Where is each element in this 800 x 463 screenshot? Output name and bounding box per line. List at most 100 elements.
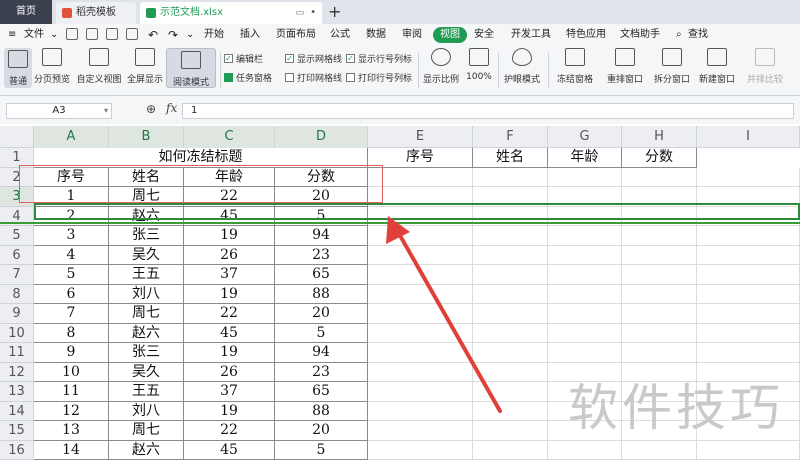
empty-cell[interactable] <box>697 245 800 265</box>
column-header-c[interactable]: C <box>184 126 275 148</box>
chevron-down-icon[interactable]: ⌄ <box>50 24 58 46</box>
table-cell[interactable]: 94 <box>275 343 368 363</box>
header-cell[interactable]: 分数 <box>622 148 697 168</box>
column-header-d[interactable]: D <box>275 126 368 148</box>
search-icon[interactable]: ⌕ <box>676 24 682 46</box>
empty-cell[interactable] <box>622 284 697 304</box>
table-cell[interactable]: 赵六 <box>109 440 184 460</box>
column-header-b[interactable]: B <box>109 126 184 148</box>
empty-cell[interactable] <box>697 167 800 187</box>
table-cell[interactable]: 7 <box>34 304 109 324</box>
empty-cell[interactable] <box>473 245 548 265</box>
fx-icon[interactable]: fx <box>166 101 177 115</box>
side-by-side-button[interactable]: 并排比较 <box>744 48 786 85</box>
row-header-10[interactable]: 10 <box>0 323 34 343</box>
empty-cell[interactable] <box>473 167 548 187</box>
empty-cell[interactable] <box>548 323 622 343</box>
row-header-9[interactable]: 9 <box>0 304 34 324</box>
empty-cell[interactable] <box>473 382 548 402</box>
save-icon[interactable] <box>66 28 78 40</box>
empty-cell[interactable] <box>473 284 548 304</box>
row-header-13[interactable]: 13 <box>0 382 34 402</box>
empty-cell[interactable] <box>368 323 473 343</box>
table-cell[interactable]: 吴久 <box>109 362 184 382</box>
table-cell[interactable]: 张三 <box>109 226 184 246</box>
zoom-icon[interactable]: ⊕ <box>146 102 156 116</box>
table-cell[interactable]: 王五 <box>109 265 184 285</box>
undo-icon[interactable]: ↶ <box>148 24 158 46</box>
table-cell[interactable]: 9 <box>34 343 109 363</box>
table-cell[interactable]: 20 <box>275 304 368 324</box>
empty-cell[interactable] <box>697 265 800 285</box>
table-cell[interactable]: 张三 <box>109 343 184 363</box>
empty-cell[interactable] <box>622 226 697 246</box>
normal-view-button[interactable]: 普通 <box>4 48 32 88</box>
more-icon[interactable]: ⌄ <box>186 24 194 46</box>
empty-cell[interactable] <box>473 265 548 285</box>
empty-cell[interactable] <box>622 167 697 187</box>
empty-cell[interactable] <box>368 343 473 363</box>
empty-cell[interactable] <box>473 440 548 460</box>
empty-cell[interactable] <box>368 401 473 421</box>
add-tab-button[interactable]: + <box>328 2 341 22</box>
header-cell[interactable]: 姓名 <box>473 148 548 168</box>
table-cell[interactable]: 3 <box>34 226 109 246</box>
empty-cell[interactable] <box>622 245 697 265</box>
table-cell[interactable]: 10 <box>34 362 109 382</box>
empty-cell[interactable] <box>473 323 548 343</box>
monitor-icon[interactable]: ▭ <box>296 2 305 24</box>
table-cell[interactable]: 5 <box>275 323 368 343</box>
empty-cell[interactable] <box>622 343 697 363</box>
table-cell[interactable]: 45 <box>184 440 275 460</box>
empty-cell[interactable] <box>697 323 800 343</box>
worksheet[interactable]: ABCDEFGHI 1 2 3 4 5 6 7 8 9 10 11 12 13 14 15 16 如何冻结标题… <box>0 126 800 463</box>
header-cell[interactable]: 年龄 <box>548 148 622 168</box>
split-window-button[interactable]: 拆分窗口 <box>652 48 692 85</box>
header-cell[interactable]: 序号 <box>368 148 473 168</box>
menu-item-data[interactable]: 数据 <box>366 24 386 46</box>
table-cell[interactable]: 王五 <box>109 382 184 402</box>
freeze-panes-button[interactable]: 冻结窗格 <box>552 48 598 85</box>
reading-mode-button[interactable]: 阅读模式 <box>166 48 216 88</box>
empty-cell[interactable] <box>368 284 473 304</box>
table-cell[interactable]: 20 <box>275 421 368 441</box>
table-cell[interactable]: 23 <box>275 245 368 265</box>
table-cell[interactable]: 刘八 <box>109 401 184 421</box>
empty-cell[interactable] <box>368 265 473 285</box>
table-cell[interactable]: 19 <box>184 401 275 421</box>
menu-item-formula[interactable]: 公式 <box>330 24 350 46</box>
row-header-14[interactable]: 14 <box>0 401 34 421</box>
column-header-i[interactable]: I <box>697 126 800 148</box>
table-cell[interactable]: 94 <box>275 226 368 246</box>
new-window-button[interactable]: 新建窗口 <box>696 48 738 85</box>
page-break-preview-button[interactable]: 分页预览 <box>33 48 71 85</box>
table-cell[interactable]: 22 <box>184 421 275 441</box>
empty-cell[interactable] <box>697 304 800 324</box>
eye-protect-button[interactable]: 护眼模式 <box>502 48 542 85</box>
table-cell[interactable]: 22 <box>184 304 275 324</box>
empty-cell[interactable] <box>548 226 622 246</box>
empty-cell[interactable] <box>473 362 548 382</box>
name-box[interactable]: A3 ▾ <box>6 103 112 119</box>
empty-cell[interactable] <box>368 245 473 265</box>
zoom-ratio-button[interactable]: 显示比例 <box>422 48 460 85</box>
empty-cell[interactable] <box>368 226 473 246</box>
empty-cell[interactable] <box>368 167 473 187</box>
empty-cell[interactable] <box>622 323 697 343</box>
empty-cell[interactable] <box>368 362 473 382</box>
select-all-corner[interactable] <box>0 126 34 148</box>
empty-cell[interactable] <box>548 265 622 285</box>
table-cell[interactable]: 5 <box>275 440 368 460</box>
table-cell[interactable]: 19 <box>184 343 275 363</box>
tab-template[interactable]: 稻壳模板 <box>56 2 136 24</box>
table-cell[interactable]: 45 <box>184 323 275 343</box>
row-header-15[interactable]: 15 <box>0 421 34 441</box>
row-header-12[interactable]: 12 <box>0 362 34 382</box>
row-header-6[interactable]: 6 <box>0 245 34 265</box>
menu-item-review[interactable]: 审阅 <box>402 24 422 46</box>
print-gridlines-checkbox[interactable]: 打印网格线 <box>285 71 342 84</box>
show-gridlines-checkbox[interactable]: ✓ 显示网格线 <box>285 52 342 65</box>
preview-icon[interactable] <box>126 28 138 40</box>
custom-view-button[interactable]: 自定义视图 <box>76 48 122 85</box>
table-cell[interactable]: 周七 <box>109 421 184 441</box>
